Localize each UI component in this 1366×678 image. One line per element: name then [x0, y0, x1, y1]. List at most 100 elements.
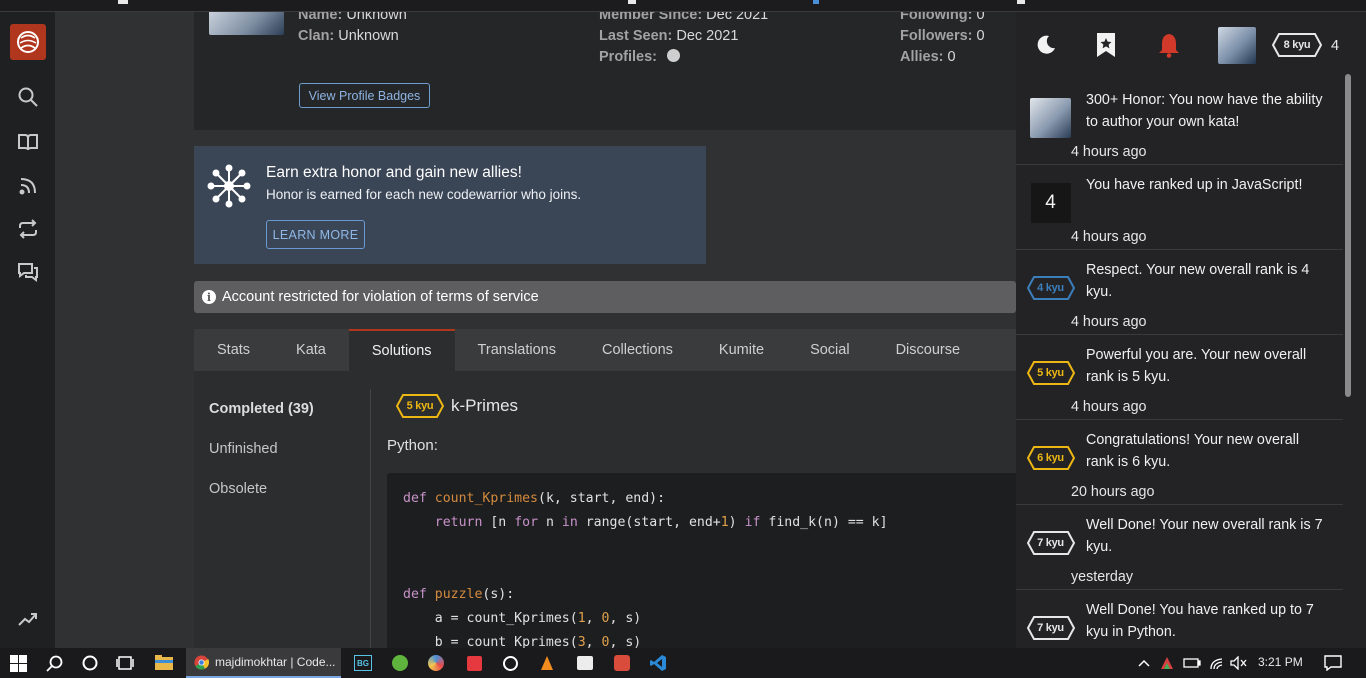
code-text: )	[728, 515, 737, 530]
profiles-field: Profiles:	[599, 49, 681, 65]
cortana-icon[interactable]	[80, 653, 100, 673]
subnav-completed[interactable]: Completed (39)	[209, 401, 314, 417]
clock[interactable]: 3:21 PM	[1258, 655, 1303, 669]
view-profile-badges-button[interactable]: View Profile Badges	[299, 83, 430, 108]
codewars-logo[interactable]	[10, 24, 46, 60]
notification-time: 4 hours ago	[1071, 229, 1147, 245]
rss-icon[interactable]	[16, 174, 40, 198]
action-center-icon[interactable]	[1323, 653, 1343, 673]
battery-icon[interactable]	[1182, 653, 1202, 673]
bell-icon[interactable]	[1156, 32, 1182, 58]
task-view-icon[interactable]	[115, 653, 135, 673]
chevron-up-icon[interactable]	[1134, 653, 1154, 673]
tab-solutions[interactable]: Solutions	[348, 329, 455, 371]
notifications-scrollbar[interactable]	[1343, 69, 1353, 648]
subnav-obsolete[interactable]: Obsolete	[209, 481, 267, 497]
invite-banner: Earn extra honor and gain new allies! Ho…	[194, 146, 706, 264]
tab-discourse[interactable]: Discourse	[873, 329, 983, 371]
utorrent-icon[interactable]	[390, 653, 410, 673]
network-icon	[207, 164, 251, 208]
code-keyword: if	[744, 515, 761, 530]
followers-value: 0	[976, 28, 985, 44]
following-field: Following: 0	[900, 12, 985, 23]
windows-taskbar: majdimokhtar | Code... BG 3:21 PM	[0, 648, 1366, 678]
info-icon: i	[202, 290, 216, 304]
vlc-icon[interactable]	[537, 653, 557, 673]
code-number: 1	[577, 611, 586, 626]
chrome-taskbar-button[interactable]: majdimokhtar | Code...	[186, 648, 341, 678]
moon-icon[interactable]	[1033, 32, 1059, 58]
left-sidebar	[0, 12, 55, 648]
notification-item[interactable]: 6 kyu Congratulations! Your new overall …	[1016, 421, 1343, 505]
notification-item[interactable]: 7 kyu Well Done! Your new overall rank i…	[1016, 506, 1343, 590]
user-avatar[interactable]	[1218, 27, 1256, 64]
last-seen-field: Last Seen: Dec 2021	[599, 28, 738, 44]
vscode-icon[interactable]	[648, 653, 668, 673]
kata-title-link[interactable]: 5 kyu k-Primes	[396, 394, 518, 418]
video-editor-icon[interactable]	[575, 653, 595, 673]
code-keyword: for	[514, 515, 539, 530]
notification-item[interactable]: 300+ Honor: You now have the ability to …	[1016, 81, 1343, 165]
notification-item[interactable]: 5 kyu Powerful you are. Your new overall…	[1016, 336, 1343, 420]
rank-badge-label: 5 kyu	[1037, 367, 1064, 379]
tab-translations[interactable]: Translations	[455, 329, 579, 371]
clan-label: Clan:	[298, 28, 335, 44]
trending-icon[interactable]	[16, 607, 40, 631]
notifications-header: 8 kyu 4	[1016, 12, 1366, 77]
volume-muted-icon[interactable]	[1229, 653, 1249, 673]
app-icon-bg[interactable]: BG	[353, 653, 373, 673]
tab-kumite[interactable]: Kumite	[696, 329, 787, 371]
code-function-name: count_Kprimes	[434, 491, 538, 506]
code-text: (k, start, end):	[538, 491, 666, 506]
app-red-icon[interactable]	[612, 653, 632, 673]
code-keyword: def	[403, 587, 427, 602]
rank-badge: 4 kyu	[1026, 268, 1075, 308]
restriction-message: Account restricted for violation of term…	[222, 289, 539, 305]
tab-social[interactable]: Social	[787, 329, 873, 371]
tab-kata[interactable]: Kata	[273, 329, 349, 371]
code-text: find_k(n) == k]	[768, 515, 888, 530]
scrollbar-thumb[interactable]	[1345, 74, 1351, 397]
browser-top-strip	[0, 0, 1366, 12]
page-gutter	[55, 12, 194, 648]
notifications-panel: 8 kyu 4 300+ Honor: You now have the abi…	[1016, 12, 1366, 648]
code-text: b = count_Kprimes(	[434, 635, 578, 648]
rank-badge-label: 7 kyu	[1037, 537, 1064, 549]
windows-start-icon[interactable]	[8, 653, 28, 673]
tab-stats[interactable]: Stats	[194, 329, 273, 371]
chrome-window-title: majdimokhtar | Code...	[215, 655, 336, 669]
code-text: n	[545, 515, 554, 530]
notification-item[interactable]: 4 You have ranked up in JavaScript! 4 ho…	[1016, 166, 1343, 250]
notification-text: You have ranked up in JavaScript!	[1086, 177, 1303, 193]
member-since-label: Member Since:	[599, 12, 703, 23]
invite-title: Earn extra honor and gain new allies!	[266, 164, 522, 181]
repeat-icon[interactable]	[16, 217, 40, 241]
wifi-icon[interactable]	[1207, 653, 1227, 673]
notification-text: Congratulations! Your new overall rank i…	[1086, 432, 1300, 470]
chat-icon[interactable]	[16, 260, 40, 284]
search-icon[interactable]	[45, 653, 65, 673]
rank-badge: 7 kyu	[1026, 608, 1075, 648]
tab-collections[interactable]: Collections	[579, 329, 696, 371]
user-rank-badge[interactable]: 8 kyu	[1272, 33, 1322, 57]
subnav-unfinished[interactable]: Unfinished	[209, 441, 278, 457]
media-app-icon[interactable]	[426, 653, 446, 673]
book-icon[interactable]	[16, 130, 40, 154]
learn-more-button[interactable]: LEARN MORE	[266, 220, 365, 249]
last-seen-value: Dec 2021	[676, 28, 739, 44]
code-text: ,	[585, 611, 602, 626]
bookmark-icon[interactable]	[1093, 32, 1119, 58]
file-explorer-icon[interactable]	[154, 653, 174, 673]
tray-app-icon[interactable]	[1157, 653, 1177, 673]
downloader-icon[interactable]	[464, 653, 484, 673]
code-block: def count_Kprimes(k, start, end): return…	[387, 473, 1016, 648]
code-number: 3	[577, 635, 586, 648]
code-keyword: return	[434, 515, 483, 530]
github-icon[interactable]	[667, 49, 681, 62]
app-circle-icon[interactable]	[500, 653, 520, 673]
search-icon[interactable]	[16, 85, 40, 109]
name-field: Name: Unknown	[298, 12, 407, 23]
user-rank-label: 8 kyu	[1283, 39, 1311, 51]
notification-text: Respect. Your new overall rank is 4 kyu.	[1086, 262, 1310, 300]
notification-item[interactable]: 4 kyu Respect. Your new overall rank is …	[1016, 251, 1343, 335]
